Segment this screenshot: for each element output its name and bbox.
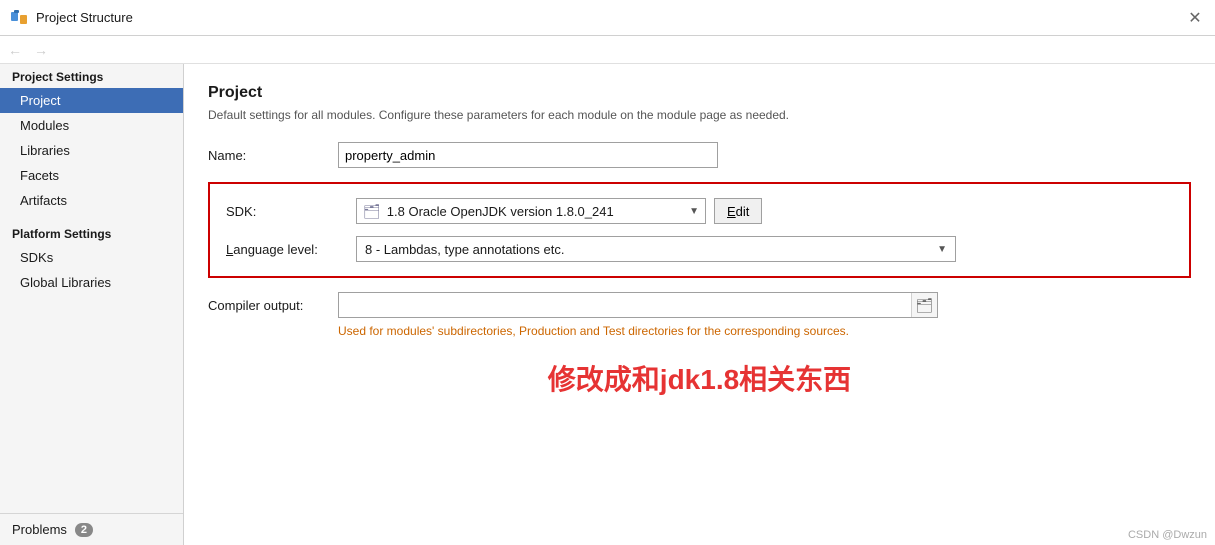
language-level-dropdown[interactable]: 8 - Lambdas, type annotations etc. ▼ xyxy=(356,236,956,262)
close-button[interactable]: ✕ xyxy=(1185,8,1205,28)
sidebar: Project Settings Project Modules Librari… xyxy=(0,64,184,545)
title-bar-title: Project Structure xyxy=(36,10,133,25)
content-title: Project xyxy=(208,84,1191,102)
folder-icon: 🗂 xyxy=(916,297,934,314)
compiler-input-wrapper: 🗂 xyxy=(338,292,938,318)
name-input[interactable] xyxy=(338,142,718,168)
watermark: CSDN @Dwzun xyxy=(1128,529,1207,541)
sidebar-top: Project Settings Project Modules Librari… xyxy=(0,64,183,513)
sdk-language-box: SDK: 🗂 1.8 Oracle OpenJDK version 1.8.0_… xyxy=(208,182,1191,278)
name-label: Name: xyxy=(208,148,338,163)
forward-arrow[interactable]: → xyxy=(30,40,52,60)
compiler-label-text: Compiler output: xyxy=(208,298,303,313)
sdk-row: SDK: 🗂 1.8 Oracle OpenJDK version 1.8.0_… xyxy=(226,198,1173,224)
annotation-text: 修改成和jdk1.8相关东西 xyxy=(208,358,1191,398)
project-icon xyxy=(10,9,28,27)
lang-dropdown-arrow: ▼ xyxy=(937,244,947,255)
title-bar: Project Structure ✕ xyxy=(0,0,1215,36)
sidebar-item-modules[interactable]: Modules xyxy=(0,113,183,138)
compiler-hint: Used for modules' subdirectories, Produc… xyxy=(338,324,1191,338)
platform-settings-title: Platform Settings xyxy=(0,221,183,245)
sidebar-item-artifacts[interactable]: Artifacts xyxy=(0,188,183,213)
project-settings-title: Project Settings xyxy=(0,64,183,88)
lang-dropdown-text: 8 - Lambdas, type annotations etc. xyxy=(365,242,937,257)
content-area: Project Default settings for all modules… xyxy=(184,64,1215,545)
sdk-folder-icon: 🗂 xyxy=(363,203,381,220)
sdk-label: SDK: xyxy=(226,204,356,219)
name-row: Name: xyxy=(208,142,1191,168)
language-level-label: Language level: xyxy=(226,242,356,257)
title-bar-left: Project Structure xyxy=(10,9,133,27)
sdk-dropdown-arrow: ▼ xyxy=(689,206,699,217)
sdk-edit-label: Edit xyxy=(727,204,749,219)
content-subtitle: Default settings for all modules. Config… xyxy=(208,108,1191,122)
compiler-output-input[interactable] xyxy=(339,296,911,315)
problems-badge: 2 xyxy=(75,523,93,537)
sidebar-item-global-libraries[interactable]: Global Libraries xyxy=(0,270,183,295)
back-arrow[interactable]: ← xyxy=(4,40,26,60)
sidebar-item-project[interactable]: Project xyxy=(0,88,183,113)
problems-section[interactable]: Problems 2 xyxy=(0,513,183,545)
nav-arrows: ← → xyxy=(0,36,1215,64)
lang-label-text: Language level: xyxy=(226,242,318,257)
compiler-output-row: Compiler output: 🗂 xyxy=(208,292,1191,318)
sidebar-item-facets[interactable]: Facets xyxy=(0,163,183,188)
sdk-edit-button[interactable]: Edit xyxy=(714,198,762,224)
sdk-dropdown[interactable]: 🗂 1.8 Oracle OpenJDK version 1.8.0_241 ▼ xyxy=(356,198,706,224)
sdk-dropdown-text: 1.8 Oracle OpenJDK version 1.8.0_241 xyxy=(387,204,683,219)
compiler-output-label: Compiler output: xyxy=(208,298,338,313)
language-level-row: Language level: 8 - Lambdas, type annota… xyxy=(226,236,1173,262)
problems-label: Problems xyxy=(12,522,67,537)
main-layout: Project Settings Project Modules Librari… xyxy=(0,64,1215,545)
sidebar-item-sdks[interactable]: SDKs xyxy=(0,245,183,270)
sidebar-item-libraries[interactable]: Libraries xyxy=(0,138,183,163)
compiler-folder-button[interactable]: 🗂 xyxy=(911,293,937,317)
